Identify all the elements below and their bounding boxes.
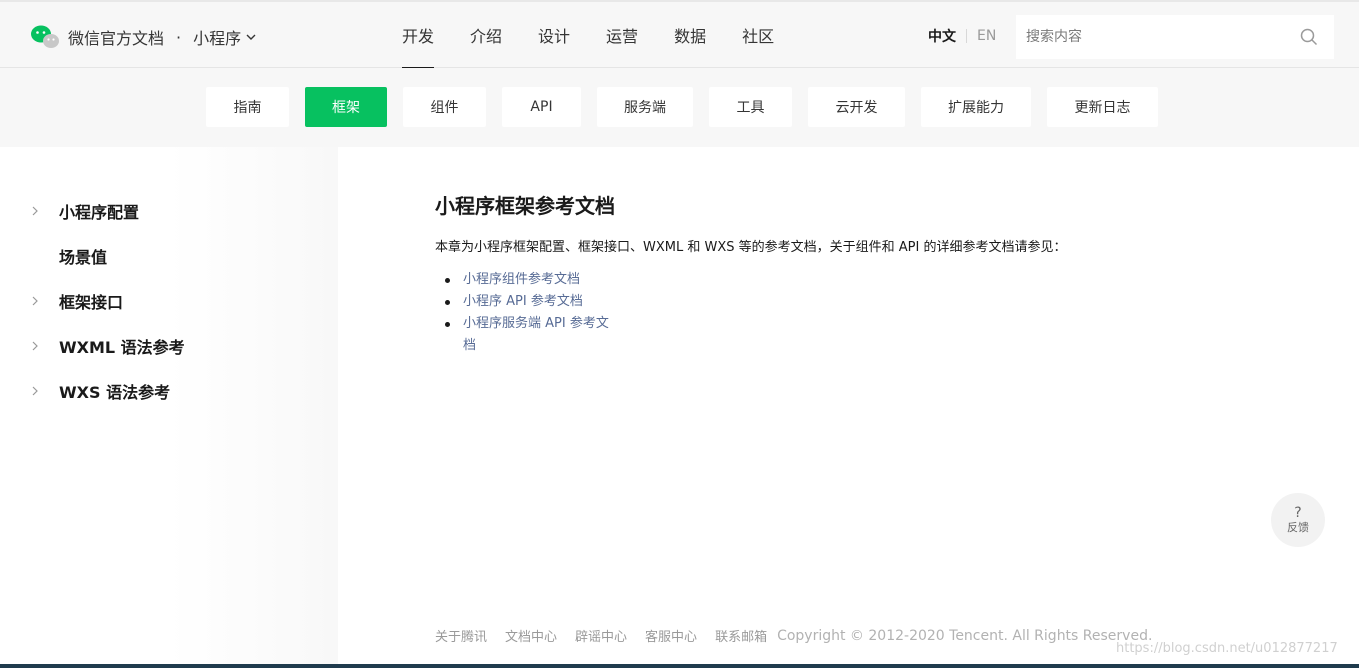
watermark: https://blog.csdn.net/u012877217 — [1116, 641, 1338, 656]
nav-item-community[interactable]: 社区 — [742, 2, 774, 68]
sidebar-item-label: 小程序配置 — [59, 203, 140, 222]
tab-api[interactable]: API — [502, 87, 581, 127]
sidebar-item-label: 场景值 — [59, 248, 108, 267]
footer-link-support[interactable]: 客服中心 — [645, 626, 697, 645]
chevron-right-icon — [32, 296, 38, 306]
sidebar: 小程序配置 场景值 框架接口 WXML 语法参考 WXS 语法参考 — [0, 147, 338, 668]
help-icon: ? — [1294, 505, 1302, 521]
footer: 关于腾讯 文档中心 辟谣中心 客服中心 联系邮箱 Copyright © 201… — [435, 626, 1153, 646]
sidebar-item-label: WXML 语法参考 — [59, 338, 185, 357]
sidebar-item-label: 框架接口 — [59, 293, 124, 312]
feedback-button[interactable]: ? 反馈 — [1271, 493, 1325, 547]
brand[interactable]: 微信官方文档 · 小程序 — [30, 24, 257, 50]
brand-separator: · — [176, 27, 182, 47]
tab-server[interactable]: 服务端 — [597, 87, 693, 127]
product-label: 小程序 — [193, 29, 242, 48]
search-icon[interactable] — [1300, 28, 1318, 46]
lang-en-link[interactable]: EN — [977, 28, 996, 44]
product-switcher[interactable]: 小程序 — [193, 25, 257, 49]
chevron-down-icon — [246, 34, 256, 40]
reference-links: 小程序组件参考文档 小程序 API 参考文档 小程序服务端 API 参考文档 — [445, 269, 615, 353]
top-header: 微信官方文档 · 小程序 开发 介绍 设计 运营 数据 社区 中文 EN — [0, 0, 1359, 69]
sidebar-item-framework-api[interactable]: 框架接口 — [30, 289, 123, 313]
tab-changelog[interactable]: 更新日志 — [1047, 87, 1158, 127]
page-title: 小程序框架参考文档 — [435, 194, 615, 218]
sidebar-item-scenes[interactable]: 场景值 — [30, 244, 107, 268]
footer-link-about[interactable]: 关于腾讯 — [435, 626, 487, 645]
nav-item-intro[interactable]: 介绍 — [470, 2, 502, 68]
sidebar-item-wxs[interactable]: WXS 语法参考 — [30, 379, 170, 403]
intro-text: 本章为小程序框架配置、框架接口、WXML 和 WXS 等的参考文档，关于组件和 … — [435, 240, 1067, 255]
feedback-label: 反馈 — [1287, 521, 1309, 534]
copyright: Copyright © 2012-2020 Tencent. All Right… — [777, 627, 1153, 644]
footer-link-rumor[interactable]: 辟谣中心 — [575, 626, 627, 645]
tab-guide[interactable]: 指南 — [206, 87, 289, 127]
language-switch: 中文 EN — [928, 26, 996, 46]
chevron-right-icon — [32, 341, 38, 351]
nav-item-data[interactable]: 数据 — [674, 2, 706, 68]
wechat-logo-icon — [31, 25, 59, 48]
sidebar-item-label: WXS 语法参考 — [59, 383, 171, 402]
sidebar-item-wxml[interactable]: WXML 语法参考 — [30, 334, 185, 358]
lang-zh-link[interactable]: 中文 — [928, 26, 956, 46]
tab-cloud-dev[interactable]: 云开发 — [808, 87, 905, 127]
brand-title: 微信官方文档 — [68, 29, 165, 48]
taskbar-edge — [0, 664, 1359, 668]
chevron-right-icon — [32, 386, 38, 396]
tab-components[interactable]: 组件 — [403, 87, 486, 127]
chevron-right-icon — [32, 206, 38, 216]
tab-framework[interactable]: 框架 — [305, 87, 387, 127]
link-components-ref[interactable]: 小程序组件参考文档 — [445, 269, 615, 291]
nav-item-design[interactable]: 设计 — [538, 2, 570, 68]
footer-link-email[interactable]: 联系邮箱 — [715, 626, 767, 645]
search-box — [1016, 15, 1334, 59]
sub-nav: 指南 框架 组件 API 服务端 工具 云开发 扩展能力 更新日志 — [0, 68, 1359, 147]
lang-divider — [966, 29, 967, 43]
sidebar-item-config[interactable]: 小程序配置 — [30, 199, 139, 223]
nav-item-develop[interactable]: 开发 — [402, 2, 435, 69]
main-nav: 开发 介绍 设计 运营 数据 社区 — [402, 2, 810, 69]
search-input[interactable] — [1016, 15, 1300, 59]
tab-extensions[interactable]: 扩展能力 — [921, 87, 1031, 127]
link-api-ref[interactable]: 小程序 API 参考文档 — [445, 291, 615, 313]
nav-item-operations[interactable]: 运营 — [606, 2, 638, 68]
main-content: 小程序框架参考文档 本章为小程序框架配置、框架接口、WXML 和 WXS 等的参… — [435, 190, 1066, 353]
link-server-api-ref[interactable]: 小程序服务端 API 参考文档 — [445, 313, 615, 353]
tab-tools[interactable]: 工具 — [709, 87, 792, 127]
footer-link-docs[interactable]: 文档中心 — [505, 626, 557, 645]
